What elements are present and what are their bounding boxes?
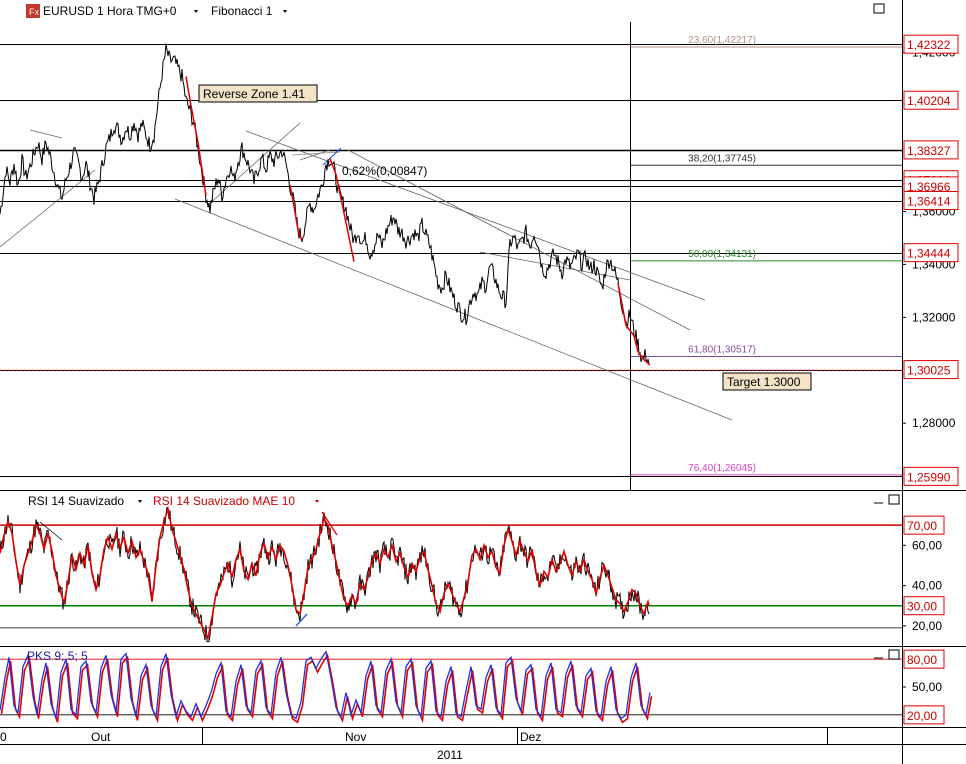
fib-label-2: 50,00(1,34131) — [688, 249, 756, 260]
pks-series — [0, 650, 653, 724]
month-label-dez: Dez — [520, 730, 541, 744]
fib-label-3: 61,80(1,30517) — [688, 345, 756, 356]
price-tag-8[interactable]: 1,25990 — [907, 470, 951, 484]
rsi-title[interactable]: RSI 14 Suavizado — [28, 494, 124, 508]
price-plot-area[interactable] — [0, 0, 902, 490]
rsi-panel[interactable]: RSI 14 Suavizado RSI 14 Suavizado MAE 10… — [0, 490, 966, 643]
pks-axis: 50,00 80,00 20,00 — [902, 649, 945, 725]
year-label: 2011 — [437, 748, 463, 762]
price-tag-6[interactable]: 1,34444 — [907, 247, 951, 261]
reverse-zone-label[interactable]: Reverse Zone 1.41 — [203, 87, 305, 101]
price-tag-5[interactable]: 1,36414 — [907, 195, 951, 209]
rsi-levels — [0, 524, 902, 629]
price-tick-label-4: 1,28000 — [912, 416, 956, 430]
price-tick-label-3: 1,32000 — [912, 310, 956, 324]
symbol-label[interactable]: EURUSD 1 Hora TMG+0 — [43, 4, 177, 18]
rsi-divergence-blue[interactable] — [295, 613, 308, 627]
target-label[interactable]: Target 1.3000 — [727, 375, 801, 389]
fib-measure-label[interactable]: 0,62%(0,00847) — [342, 164, 427, 178]
fx-icon-label: Fx — [29, 7, 39, 17]
rsi-series — [0, 505, 650, 643]
rsi-axis: 60,00 40,00 20,00 70,00 30,00 — [902, 515, 945, 633]
price-tag-2[interactable]: 1,38327 — [907, 144, 951, 158]
pks-line[interactable] — [0, 650, 651, 720]
fib-label-1: 38,20(1,37745) — [688, 153, 756, 164]
price-tag-7[interactable]: 1,30025 — [907, 364, 951, 378]
maximize-rsi-icon[interactable] — [888, 494, 900, 505]
fib-label-0: 23,60(1,42217) — [688, 35, 756, 46]
price-axis: 1,420001,360001,340001,320001,280001,423… — [902, 34, 959, 486]
maximize-pks-icon[interactable] — [888, 649, 900, 660]
rsi-dropdown-icon[interactable] — [138, 500, 142, 503]
fib-label-4: 76,40(1,26045) — [688, 463, 756, 474]
pks-tag-0[interactable]: 80,00 — [907, 653, 937, 667]
price-tag-1[interactable]: 1,40204 — [907, 94, 951, 108]
month-label-out: Out — [91, 730, 111, 744]
rsi-signal-dropdown-icon[interactable] — [315, 500, 319, 503]
month-label-nov: Nov — [345, 730, 366, 744]
rsi-tick-label-1: 40,00 — [912, 579, 942, 593]
rsi-tick-label-0: 60,00 — [912, 538, 942, 552]
rsi-signal-title[interactable]: RSI 14 Suavizado MAE 10 — [153, 494, 295, 508]
rsi-signal-line[interactable] — [0, 505, 650, 641]
rsi-tag-1[interactable]: 30,00 — [907, 600, 937, 614]
price-tag-0[interactable]: 1,42322 — [907, 38, 951, 52]
pks-tag-1[interactable]: 20,00 — [907, 709, 937, 723]
tool-label[interactable]: Fibonacci 1 — [211, 4, 273, 18]
pks-tick-label-0: 50,00 — [912, 680, 942, 694]
trading-chart[interactable]: 23,60(1,42217) 38,20(1,37745) 50,00(1,3413… — [0, 0, 966, 764]
rsi-tag-0[interactable]: 70,00 — [907, 519, 937, 533]
time-axis-left-edge: 0 — [0, 730, 7, 744]
pks-panel[interactable]: PKS 9; 5; 5 50,00 80,00 20,00 — [0, 646, 966, 725]
rsi-line[interactable] — [0, 506, 650, 643]
price-panel[interactable]: 23,60(1,42217) 38,20(1,37745) 50,00(1,3413… — [0, 0, 959, 490]
rsi-tick-label-2: 20,00 — [912, 619, 942, 633]
pks-title[interactable]: PKS 9; 5; 5 — [27, 649, 88, 663]
